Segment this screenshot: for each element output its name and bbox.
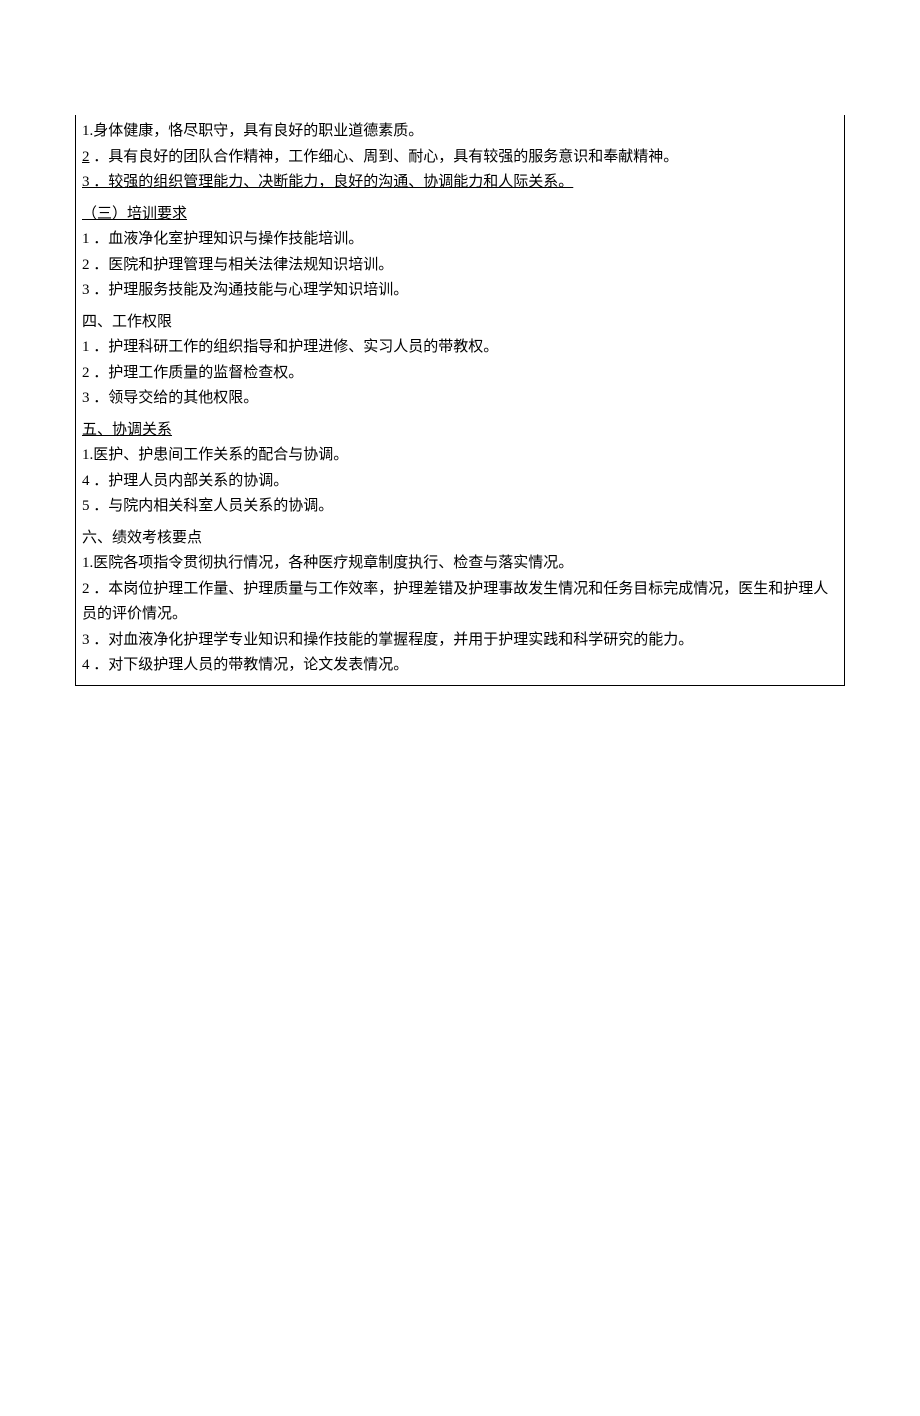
text-line: 3 ．对血液净化护理学专业知识和操作技能的掌握程度，并用于护理实践和科学研究的能… xyxy=(82,628,838,654)
line-text: ．与院内相关科室人员关系的协调。 xyxy=(90,498,334,514)
line-text: 医院各项指令贯彻执行情况，各种医疗规章制度执行、检查与落实情况。 xyxy=(93,555,573,571)
line-number: 1. xyxy=(82,555,93,571)
line-text: 五、协调关系 xyxy=(82,422,172,438)
line-number: 1 xyxy=(82,231,90,247)
text-line: 2 ．具有良好的团队合作精神，工作细心、周到、耐心，具有较强的服务意识和奉献精神… xyxy=(82,145,838,171)
line-number: 1 xyxy=(82,339,90,355)
line-number: 3 xyxy=(82,390,90,406)
text-line: 2 ．本岗位护理工作量、护理质量与工作效率，护理差错及护理事故发生情况和任务目标… xyxy=(82,577,838,628)
line-number: 1. xyxy=(82,447,93,463)
text-line: 3 ．较强的组织管理能力、决断能力，良好的沟通、协调能力和人际关系。 xyxy=(82,170,838,196)
line-text: ．具有良好的团队合作精神，工作细心、周到、耐心，具有较强的服务意识和奉献精神。 xyxy=(90,149,679,165)
line-number: 2 xyxy=(82,581,90,597)
text-line: （三）培训要求 xyxy=(82,202,838,228)
line-text: 身体健康，恪尽职守，具有良好的职业道德素质。 xyxy=(93,123,423,139)
line-text: 六、绩效考核要点 xyxy=(82,530,202,546)
line-number: 2 xyxy=(82,149,90,165)
text-line: 1.医院各项指令贯彻执行情况，各种医疗规章制度执行、检查与落实情况。 xyxy=(82,551,838,577)
content-box: 1.身体健康，恪尽职守，具有良好的职业道德素质。2 ．具有良好的团队合作精神，工… xyxy=(75,115,845,686)
text-line: 四、工作权限 xyxy=(82,310,838,336)
text-line: 六、绩效考核要点 xyxy=(82,526,838,552)
text-line: 2 ．医院和护理管理与相关法律法规知识培训。 xyxy=(82,253,838,279)
line-number: 3 xyxy=(82,174,90,190)
line-number: 5 xyxy=(82,498,90,514)
line-number: 2 xyxy=(82,365,90,381)
line-number: 3 xyxy=(82,632,90,648)
line-text: 医护、护患间工作关系的配合与协调。 xyxy=(93,447,348,463)
line-number: 1. xyxy=(82,123,93,139)
text-line: 五、协调关系 xyxy=(82,418,838,444)
line-text: ．对血液净化护理学专业知识和操作技能的掌握程度，并用于护理实践和科学研究的能力。 xyxy=(90,632,694,648)
text-line: 3 ．护理服务技能及沟通技能与心理学知识培训。 xyxy=(82,278,838,304)
line-text: ．护理工作质量的监督检查权。 xyxy=(90,365,304,381)
line-text: （三）培训要求 xyxy=(82,206,187,222)
line-text: 四、工作权限 xyxy=(82,314,172,330)
line-text: ．护理服务技能及沟通技能与心理学知识培训。 xyxy=(90,282,409,298)
text-line: 1.医护、护患间工作关系的配合与协调。 xyxy=(82,443,838,469)
line-text: ．本岗位护理工作量、护理质量与工作效率，护理差错及护理事故发生情况和任务目标完成… xyxy=(82,581,828,623)
line-text: ．护理科研工作的组织指导和护理进修、实习人员的带教权。 xyxy=(90,339,499,355)
text-line: 4 ．对下级护理人员的带教情况，论文发表情况。 xyxy=(82,653,838,679)
text-line: 1 ．血液净化室护理知识与操作技能培训。 xyxy=(82,227,838,253)
text-line: 1.身体健康，恪尽职守，具有良好的职业道德素质。 xyxy=(82,119,838,145)
text-line: 2 ．护理工作质量的监督检查权。 xyxy=(82,361,838,387)
line-number: 2 xyxy=(82,257,90,273)
document-page: 1.身体健康，恪尽职守，具有良好的职业道德素质。2 ．具有良好的团队合作精神，工… xyxy=(0,115,920,1416)
line-text: ．血液净化室护理知识与操作技能培训。 xyxy=(90,231,364,247)
line-text: ．护理人员内部关系的协调。 xyxy=(90,473,289,489)
line-text: ．领导交给的其他权限。 xyxy=(90,390,259,406)
line-number: 4 xyxy=(82,473,90,489)
line-number: 3 xyxy=(82,282,90,298)
text-line: 1 ．护理科研工作的组织指导和护理进修、实习人员的带教权。 xyxy=(82,335,838,361)
line-number: 4 xyxy=(82,657,90,673)
text-line: 5 ．与院内相关科室人员关系的协调。 xyxy=(82,494,838,520)
text-line: 3 ．领导交给的其他权限。 xyxy=(82,386,838,412)
text-line: 4 ．护理人员内部关系的协调。 xyxy=(82,469,838,495)
line-text: ．医院和护理管理与相关法律法规知识培训。 xyxy=(90,257,394,273)
line-text: ．较强的组织管理能力、决断能力，良好的沟通、协调能力和人际关系。 xyxy=(90,174,574,190)
line-text: ．对下级护理人员的带教情况，论文发表情况。 xyxy=(90,657,409,673)
